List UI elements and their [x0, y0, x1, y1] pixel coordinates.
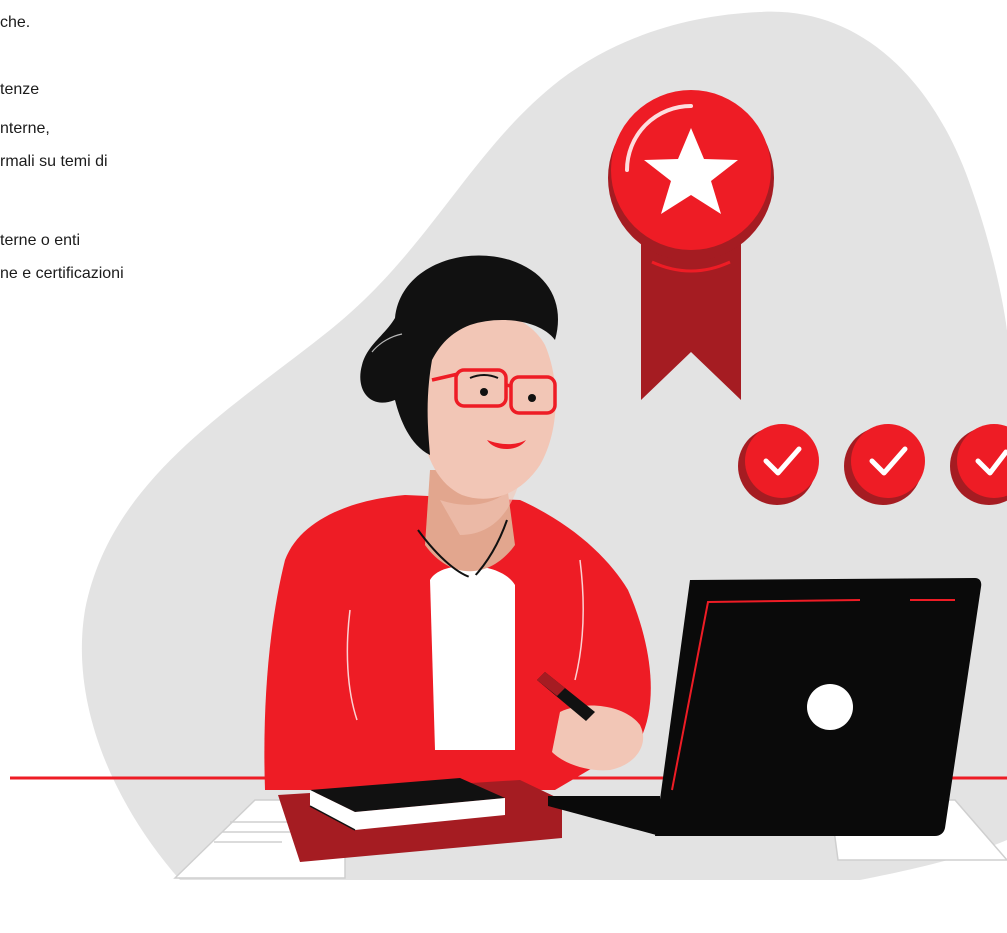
- page: che. tenze nterne, rmali su temi di tern…: [0, 0, 1007, 933]
- certification-illustration: [10, 11, 1007, 880]
- check-badges: [738, 424, 1007, 505]
- laptop-logo-icon: [807, 684, 853, 730]
